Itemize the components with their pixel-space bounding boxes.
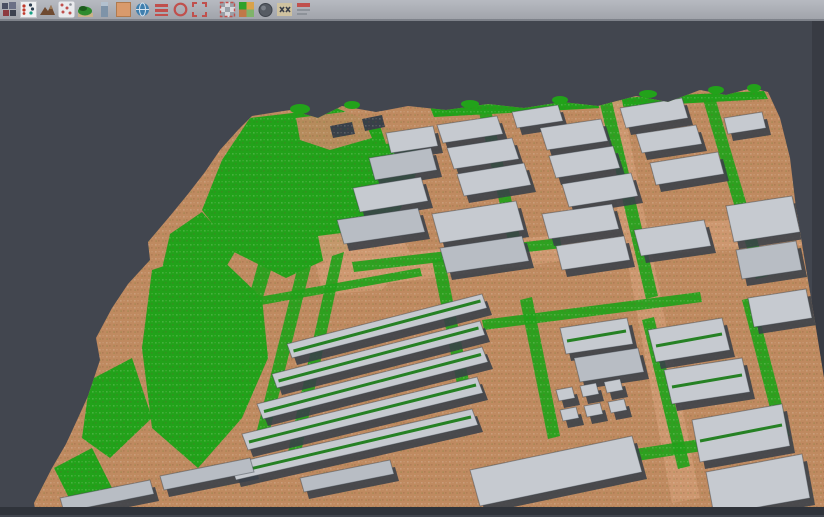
sphere-icon[interactable] [257, 1, 274, 18]
classified-cloud-icon[interactable] [238, 1, 255, 18]
scatter-points-icon[interactable] [20, 1, 37, 18]
building-roof [556, 387, 575, 401]
horizon-tree [747, 84, 761, 92]
checker-select-icon[interactable] [219, 1, 236, 18]
building-roof [560, 407, 579, 421]
terrain-mountain-icon[interactable] [39, 1, 56, 18]
horizon-tree [708, 86, 724, 94]
list-lines-icon[interactable] [153, 1, 170, 18]
globe-icon[interactable] [134, 1, 151, 18]
horizon-tree [461, 100, 479, 108]
clear-class-icon[interactable] [276, 1, 293, 18]
profile-bar-icon[interactable] [96, 1, 113, 18]
horizon-tree [639, 90, 657, 98]
building-roof [608, 399, 627, 413]
viewport-3d[interactable] [0, 21, 824, 515]
horizon-tree [290, 104, 310, 114]
point-cloud-render[interactable] [0, 21, 824, 515]
ground-tile-icon[interactable] [115, 1, 132, 18]
building-roof [580, 383, 599, 397]
application-window [0, 0, 824, 517]
noise-points-icon[interactable] [58, 1, 75, 18]
horizon-tree [344, 101, 360, 109]
building-roof [584, 403, 603, 417]
vegetation-hill-icon[interactable] [77, 1, 94, 18]
blocks-icon[interactable] [1, 1, 18, 18]
building-roof [604, 379, 623, 393]
viewport-bottom-edge [0, 507, 824, 515]
horizon-tree [552, 96, 568, 104]
box-select-icon[interactable] [191, 1, 208, 18]
circle-select-icon[interactable] [172, 1, 189, 18]
toolbar [0, 0, 824, 21]
flag-lines-icon[interactable] [295, 1, 312, 18]
